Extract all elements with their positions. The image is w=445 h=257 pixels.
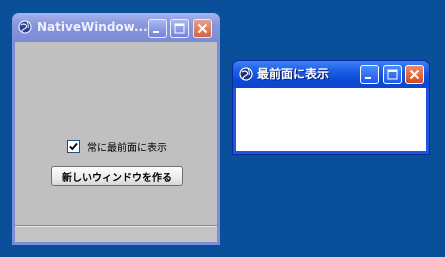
close-button[interactable] bbox=[405, 65, 424, 84]
checkmark-icon bbox=[69, 142, 78, 150]
minimize-icon bbox=[365, 77, 371, 79]
maximize-icon bbox=[387, 69, 398, 80]
main-window-titlebar[interactable]: NativeWindow... bbox=[12, 13, 220, 42]
always-on-top-option[interactable]: 常に最前面に表示 bbox=[67, 138, 167, 154]
maximize-icon bbox=[174, 23, 185, 34]
topmost-window-titlebar[interactable]: 最前面に表示 bbox=[233, 61, 429, 88]
close-button[interactable] bbox=[193, 19, 212, 38]
topmost-window-client bbox=[236, 88, 426, 151]
globe-icon bbox=[18, 20, 32, 34]
always-on-top-checkbox[interactable] bbox=[67, 139, 80, 153]
maximize-button[interactable] bbox=[170, 19, 189, 38]
maximize-button[interactable] bbox=[383, 65, 402, 84]
topmost-window-title: 最前面に表示 bbox=[257, 67, 330, 81]
topmost-window: 最前面に表示 bbox=[232, 60, 430, 155]
new-window-button[interactable]: 新しいウィンドウを作る bbox=[51, 166, 183, 186]
globe-icon bbox=[239, 67, 253, 81]
main-window-title: NativeWindow... bbox=[37, 20, 147, 34]
minimize-button[interactable] bbox=[148, 19, 167, 38]
close-icon bbox=[197, 23, 208, 34]
close-icon bbox=[409, 69, 420, 80]
status-bar bbox=[15, 225, 217, 242]
always-on-top-label: 常に最前面に表示 bbox=[87, 142, 167, 154]
minimize-button[interactable] bbox=[360, 65, 379, 84]
main-window-client: 常に最前面に表示 新しいウィンドウを作る bbox=[15, 42, 217, 242]
minimize-icon bbox=[153, 31, 159, 33]
main-window: NativeWindow... 常に最前面に表示 新しいウィンドウを作る bbox=[12, 13, 220, 245]
